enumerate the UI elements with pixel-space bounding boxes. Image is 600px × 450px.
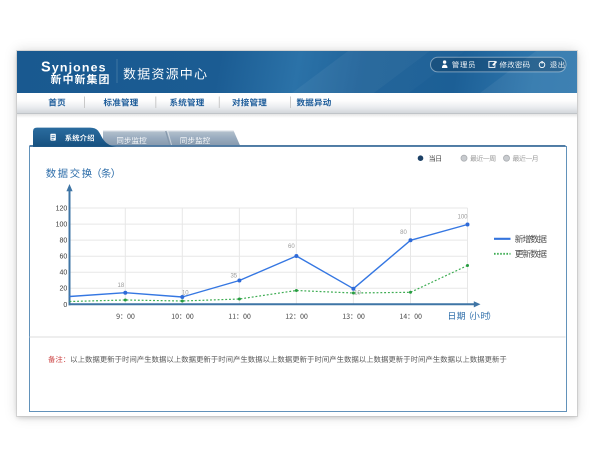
- svg-text:40: 40: [60, 270, 68, 277]
- svg-text:10: 10: [354, 291, 361, 297]
- svg-text:10: 10: [182, 291, 189, 297]
- svg-text:0: 0: [63, 302, 67, 309]
- svg-text:80: 80: [400, 230, 407, 236]
- svg-text:60: 60: [288, 244, 295, 250]
- svg-text:100: 100: [457, 215, 468, 221]
- svg-text:20: 20: [60, 286, 68, 293]
- svg-text:60: 60: [60, 254, 68, 261]
- svg-text:100: 100: [56, 222, 68, 229]
- svg-text:35: 35: [230, 274, 237, 280]
- svg-text:80: 80: [60, 238, 68, 245]
- svg-text:Synjones: Synjones: [41, 60, 107, 76]
- svg-text:120: 120: [56, 206, 68, 213]
- svg-text:18: 18: [118, 283, 125, 289]
